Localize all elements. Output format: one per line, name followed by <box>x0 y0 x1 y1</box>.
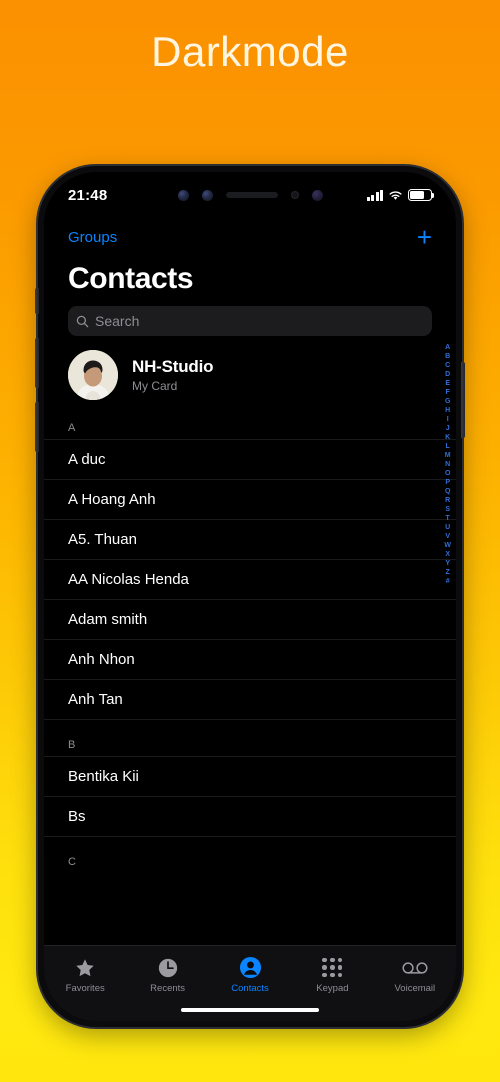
index-letter[interactable]: G <box>445 398 450 407</box>
status-indicators <box>366 189 435 201</box>
index-letter[interactable]: W <box>444 542 451 551</box>
my-card-text: NH-Studio My Card <box>132 357 213 393</box>
battery-icon <box>408 189 435 201</box>
index-letter[interactable]: K <box>445 434 450 443</box>
contact-row[interactable]: A duc <box>44 439 456 479</box>
index-letter[interactable]: O <box>445 470 450 479</box>
contact-row[interactable]: A5. Thuan <box>44 519 456 559</box>
ambient-light-sensor-icon <box>290 191 299 199</box>
index-letter[interactable]: M <box>445 452 451 461</box>
index-letter[interactable]: U <box>445 524 450 533</box>
my-card-row[interactable]: NH-Studio My Card <box>44 336 456 416</box>
earpiece-speaker <box>225 192 278 198</box>
search-placeholder: Search <box>95 313 140 329</box>
volume-down-button[interactable] <box>35 402 39 452</box>
front-camera-icon <box>177 189 189 201</box>
index-letter[interactable]: A <box>445 344 450 353</box>
power-button[interactable] <box>461 362 465 438</box>
alphabet-index[interactable]: A B C D E F G H I J K L M N O P Q R S T U V W X Y Z # <box>444 344 451 587</box>
search-icon <box>76 315 89 327</box>
status-time: 21:48 <box>68 186 108 204</box>
groups-button[interactable]: Groups <box>68 229 117 246</box>
my-card-subtitle: My Card <box>132 379 178 393</box>
index-letter[interactable]: Y <box>445 560 450 569</box>
home-indicator[interactable] <box>181 1007 319 1012</box>
add-contact-button[interactable]: + <box>417 224 432 250</box>
index-letter[interactable]: B <box>445 353 450 362</box>
index-letter[interactable]: N <box>445 461 450 470</box>
person-circle-icon <box>239 956 262 979</box>
page-title: Contacts <box>68 262 194 295</box>
infrared-camera-icon <box>311 189 323 201</box>
phone-frame: 21:48 Groups + Contacts Search A B C D E… <box>35 166 465 1027</box>
poster-title: Darkmode <box>151 28 349 75</box>
section-header: C <box>44 850 456 873</box>
contact-row[interactable]: Bs <box>44 796 456 836</box>
keypad-grid-icon <box>322 957 343 978</box>
index-letter[interactable]: P <box>445 479 450 488</box>
tab-label: Keypad <box>316 983 349 994</box>
index-letter[interactable]: H <box>445 407 450 416</box>
contact-row[interactable]: Bentika Kii <box>44 756 456 796</box>
index-letter[interactable]: C <box>445 362 450 371</box>
contact-row[interactable]: Anh Nhon <box>44 639 456 679</box>
contact-row[interactable]: A Hoang Anh <box>44 479 456 519</box>
contact-sections: AA duc A Hoang Anh A5. Thuan AA Nicolas Hen… <box>44 416 456 873</box>
tab-keypad[interactable]: Keypad <box>291 956 373 994</box>
tab-favorites[interactable]: Favorites <box>44 956 126 994</box>
index-letter[interactable]: Q <box>445 488 450 497</box>
index-letter[interactable]: E <box>445 380 450 389</box>
my-card-name: NH-Studio <box>132 357 214 376</box>
tab-recents[interactable]: Recents <box>126 956 208 994</box>
search-container: Search <box>44 300 456 336</box>
keypad-grid-icon <box>322 956 343 979</box>
index-letter[interactable]: R <box>445 497 450 506</box>
contact-row[interactable]: Adam smith <box>44 599 456 639</box>
avatar-photo <box>68 350 118 400</box>
index-letter[interactable]: V <box>445 533 450 542</box>
voicemail-icon <box>402 956 428 979</box>
search-input[interactable]: Search <box>68 306 432 336</box>
index-letter[interactable]: # <box>446 578 450 587</box>
section-header: A <box>44 416 456 439</box>
index-letter[interactable]: S <box>445 506 450 515</box>
tab-label: Contacts <box>231 983 269 994</box>
index-letter[interactable]: J <box>446 425 450 434</box>
depth-sensor-icon <box>201 189 213 201</box>
avatar <box>68 350 118 400</box>
status-bar: 21:48 <box>44 172 456 218</box>
clock-icon <box>157 956 179 979</box>
tab-label: Recents <box>150 983 186 994</box>
navigation-bar: Groups + <box>44 218 456 252</box>
index-letter[interactable]: Z <box>446 569 450 578</box>
tab-voicemail[interactable]: Voicemail <box>374 956 456 994</box>
contact-row[interactable]: Anh Tan <box>44 679 456 719</box>
tab-label: Voicemail <box>394 983 436 994</box>
contacts-list[interactable]: A B C D E F G H I J K L M N O P Q R S T U V W X Y Z # NH-Studio My… <box>44 336 456 892</box>
index-letter[interactable]: D <box>445 371 450 380</box>
tab-label: Favorites <box>65 983 105 994</box>
index-letter[interactable]: I <box>447 416 449 425</box>
section-gap <box>44 719 456 733</box>
wifi-icon <box>389 190 402 200</box>
volume-up-button[interactable] <box>35 338 39 388</box>
phone-screen: 21:48 Groups + Contacts Search A B C D E… <box>44 172 456 1021</box>
tab-contacts[interactable]: Contacts <box>209 956 291 994</box>
index-letter[interactable]: T <box>446 515 450 524</box>
index-letter[interactable]: F <box>446 389 450 398</box>
silent-switch[interactable] <box>35 288 39 314</box>
section-gap <box>44 836 456 850</box>
contact-row[interactable]: AA Nicolas Henda <box>44 559 456 599</box>
cellular-bars-icon <box>366 189 383 201</box>
index-letter[interactable]: L <box>446 443 450 452</box>
index-letter[interactable]: X <box>445 551 450 560</box>
section-header: B <box>44 733 456 756</box>
star-icon <box>74 956 96 979</box>
